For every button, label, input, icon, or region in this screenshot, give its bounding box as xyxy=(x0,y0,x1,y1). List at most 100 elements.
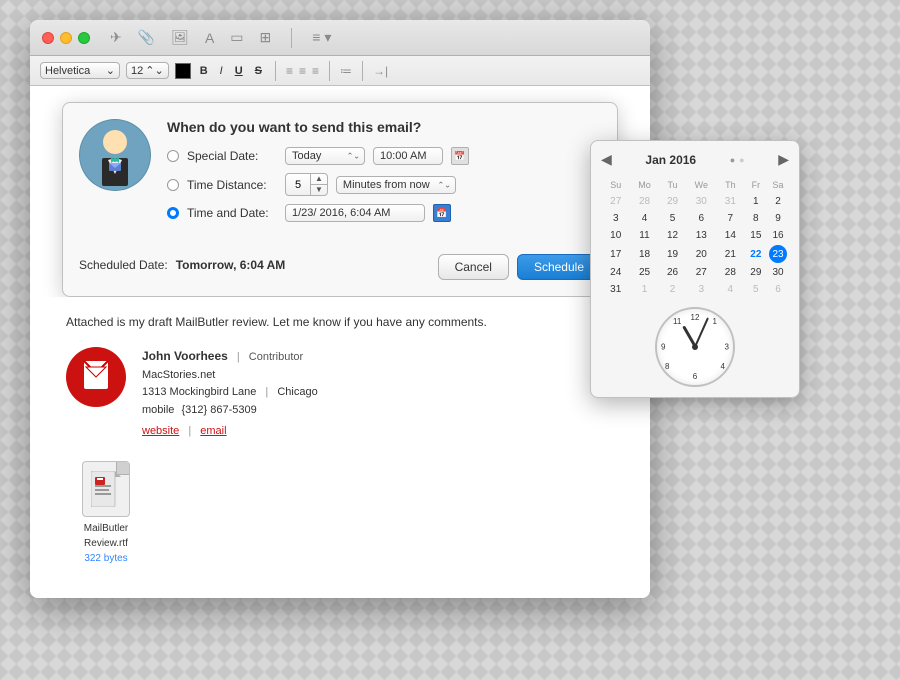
sig-phone: {312} 867-5309 xyxy=(181,404,256,416)
clock-3: 3 xyxy=(725,343,729,352)
time-distance-radio[interactable] xyxy=(167,179,179,191)
date-input-field[interactable]: 1/23/ 2016, 6:04 AM xyxy=(285,204,425,222)
attachment: MailButlerReview.rtf 322 bytes xyxy=(66,461,146,566)
calendar-day[interactable]: 31 xyxy=(603,282,628,297)
underline-button[interactable]: U xyxy=(232,65,246,77)
attachment-icon[interactable] xyxy=(82,461,130,517)
calendar-day[interactable]: 21 xyxy=(718,245,743,263)
clock-4: 4 xyxy=(721,362,725,371)
calendar-day[interactable]: 22 xyxy=(745,245,767,263)
time-unit-dropdown[interactable]: Minutes from now ⌃⌄ xyxy=(336,176,456,194)
special-date-dropdown[interactable]: Today ⌃⌄ xyxy=(285,147,365,165)
col-sa: Sa xyxy=(769,178,787,192)
strikethrough-button[interactable]: S xyxy=(252,65,265,77)
format-bar: Helvetica ⌄ 12 ⌃⌄ B I U S ≡ ≡ ≡ ≔ →| xyxy=(30,56,650,86)
calendar-day[interactable]: 24 xyxy=(603,265,628,280)
email-body: Attached is my draft MailButler review. … xyxy=(46,297,634,582)
align-center-icon[interactable]: ≡ xyxy=(299,64,306,78)
list-icon[interactable]: ≡ ▾ xyxy=(312,29,331,46)
calendar-week-5: 31123456 xyxy=(603,282,787,297)
calendar-day[interactable]: 7 xyxy=(718,211,743,226)
calendar-day[interactable]: 8 xyxy=(745,211,767,226)
photo-icon[interactable]: 🖼 xyxy=(171,29,189,46)
calendar-day[interactable]: 14 xyxy=(718,228,743,243)
font-family-select[interactable]: Helvetica ⌄ xyxy=(40,62,120,79)
calendar-day[interactable]: 3 xyxy=(603,211,628,226)
align-left-icon[interactable]: ≡ xyxy=(286,64,293,78)
toolbar: ✈ 📎 🖼 A ▭ ⊞ ≡ ▾ xyxy=(110,28,331,48)
bold-button[interactable]: B xyxy=(197,65,211,77)
calendar-day[interactable]: 4 xyxy=(630,211,658,226)
special-date-time[interactable]: 10:00 AM xyxy=(373,147,443,165)
dialog-footer: Scheduled Date: Tomorrow, 6:04 AM Cancel… xyxy=(79,244,601,280)
stepper-controls: ▲ ▼ xyxy=(310,174,327,195)
font-icon[interactable]: A xyxy=(205,30,214,46)
clock-center xyxy=(692,344,698,350)
special-date-calendar-icon[interactable]: 📅 xyxy=(451,147,469,165)
calendar-day[interactable]: 10 xyxy=(603,228,628,243)
calendar-day[interactable]: 6 xyxy=(687,211,716,226)
calendar-day[interactable]: 1 xyxy=(630,282,658,297)
calendar-day[interactable]: 15 xyxy=(745,228,767,243)
calendar-prev-button[interactable]: ◀ xyxy=(601,151,612,168)
calendar-day[interactable]: 2 xyxy=(769,194,787,209)
minimize-button[interactable] xyxy=(60,32,72,44)
calendar-day[interactable]: 1 xyxy=(745,194,767,209)
time-and-date-calendar-icon[interactable]: 📅 xyxy=(433,204,451,222)
cancel-button[interactable]: Cancel xyxy=(438,254,509,280)
calendar-day[interactable]: 20 xyxy=(687,245,716,263)
calendar-day[interactable]: 17 xyxy=(603,245,628,263)
calendar-day[interactable]: 12 xyxy=(661,228,685,243)
calendar-day[interactable]: 28 xyxy=(718,265,743,280)
time-and-date-radio[interactable] xyxy=(167,207,179,219)
sig-name: John Voorhees xyxy=(142,349,228,363)
stepper-down-button[interactable]: ▼ xyxy=(311,185,327,195)
email-link[interactable]: email xyxy=(200,425,226,437)
calendar-day[interactable]: 4 xyxy=(718,282,743,297)
align-right-icon[interactable]: ≡ xyxy=(312,64,319,78)
calendar-day[interactable]: 6 xyxy=(769,282,787,297)
stepper-up-button[interactable]: ▲ xyxy=(311,174,327,185)
italic-button[interactable]: I xyxy=(217,65,226,77)
close-button[interactable] xyxy=(42,32,54,44)
calendar-day[interactable]: 25 xyxy=(630,265,658,280)
send-icon[interactable]: ✈ xyxy=(110,29,122,46)
size-chevron-icon: ⌃⌄ xyxy=(145,64,163,77)
calendar-day[interactable]: 5 xyxy=(661,211,685,226)
calendar-day[interactable]: 27 xyxy=(687,265,716,280)
calendar-day[interactable]: 29 xyxy=(745,265,767,280)
chevron-down-icon: ⌃⌄ xyxy=(438,180,451,189)
website-link[interactable]: website xyxy=(142,425,179,437)
calendar-day[interactable]: 26 xyxy=(661,265,685,280)
schedule-button[interactable]: Schedule xyxy=(517,254,601,280)
calendar-day[interactable]: 30 xyxy=(687,194,716,209)
calendar-day[interactable]: 3 xyxy=(687,282,716,297)
calendar-day[interactable]: 30 xyxy=(769,265,787,280)
calendar-day[interactable]: 19 xyxy=(661,245,685,263)
calendar-day[interactable]: 28 xyxy=(630,194,658,209)
time-distance-stepper[interactable]: 5 ▲ ▼ xyxy=(285,173,328,196)
calendar-day[interactable]: 2 xyxy=(661,282,685,297)
calendar-day[interactable]: 27 xyxy=(603,194,628,209)
calendar-next-button[interactable]: ▶ xyxy=(778,151,789,168)
calendar-day[interactable]: 5 xyxy=(745,282,767,297)
maximize-button[interactable] xyxy=(78,32,90,44)
calendar-day[interactable]: 18 xyxy=(630,245,658,263)
calendar-day[interactable]: 11 xyxy=(630,228,658,243)
window-icon[interactable]: ▭ xyxy=(230,29,243,46)
special-date-radio[interactable] xyxy=(167,150,179,162)
calendar-day[interactable]: 29 xyxy=(661,194,685,209)
calendar-day[interactable]: 16 xyxy=(769,228,787,243)
time-and-date-row: Time and Date: 1/23/ 2016, 6:04 AM 📅 xyxy=(167,204,601,222)
attach-icon[interactable]: 📎 xyxy=(138,29,155,46)
list-format-icon[interactable]: ≔ xyxy=(340,64,352,78)
calendar-day[interactable]: 13 xyxy=(687,228,716,243)
grid-icon[interactable]: ⊞ xyxy=(260,29,272,46)
font-size-select[interactable]: 12 ⌃⌄ xyxy=(126,62,169,79)
calendar-day[interactable]: 9 xyxy=(769,211,787,226)
indent-icon[interactable]: →| xyxy=(373,64,388,78)
color-picker[interactable] xyxy=(175,63,191,79)
calendar-day[interactable]: 31 xyxy=(718,194,743,209)
col-tu: Tu xyxy=(661,178,685,192)
calendar-day[interactable]: 23 xyxy=(769,245,787,263)
